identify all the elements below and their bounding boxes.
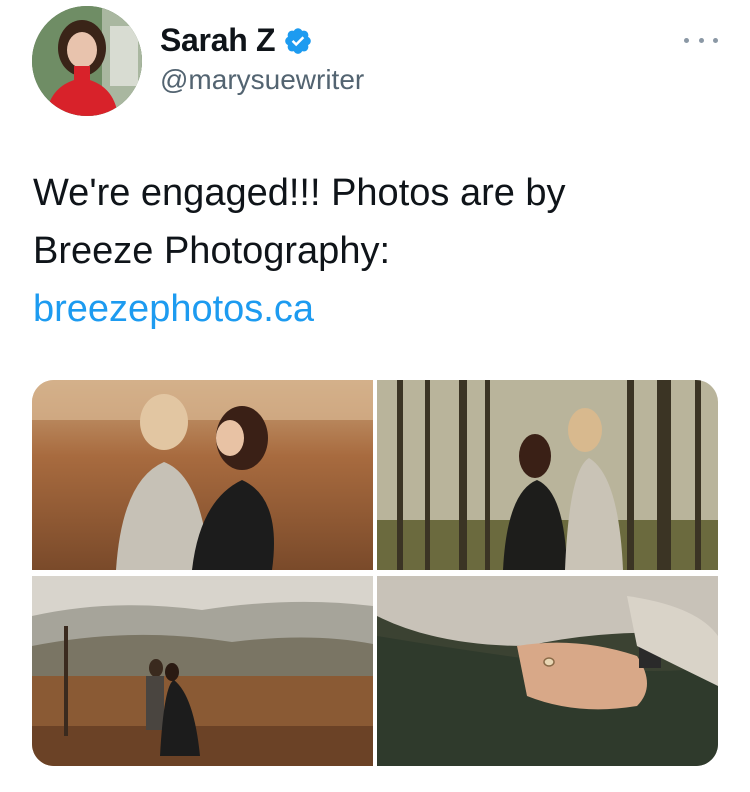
tweet-text-line: Breeze Photography: xyxy=(33,230,391,272)
more-dots-icon[interactable] xyxy=(684,30,718,50)
dot xyxy=(713,37,718,43)
verified-badge-icon xyxy=(283,26,313,56)
dot xyxy=(698,37,704,43)
author-avatar[interactable] xyxy=(32,6,142,116)
tweet-text: We're engaged!!! Photos are by Breeze Ph… xyxy=(33,164,723,338)
photo-couple-forest[interactable] xyxy=(377,380,718,570)
tweet-link[interactable]: breezephotos.ca xyxy=(33,280,723,338)
author-display-name[interactable]: Sarah Z xyxy=(160,22,276,59)
dot xyxy=(684,37,689,43)
photo-couple-mountains[interactable] xyxy=(32,576,373,766)
media-grid xyxy=(32,380,718,766)
tweet-text-line: We're engaged!!! Photos are by xyxy=(33,172,566,214)
photo-couple-field[interactable] xyxy=(32,380,373,570)
photo-hands-ring[interactable] xyxy=(377,576,718,766)
author-name-row[interactable]: Sarah Z xyxy=(160,22,313,59)
tweet: Sarah Z @marysuewriter We're engaged!!! … xyxy=(0,0,750,792)
author-handle[interactable]: @marysuewriter xyxy=(160,64,364,96)
avatar-image xyxy=(32,6,142,116)
